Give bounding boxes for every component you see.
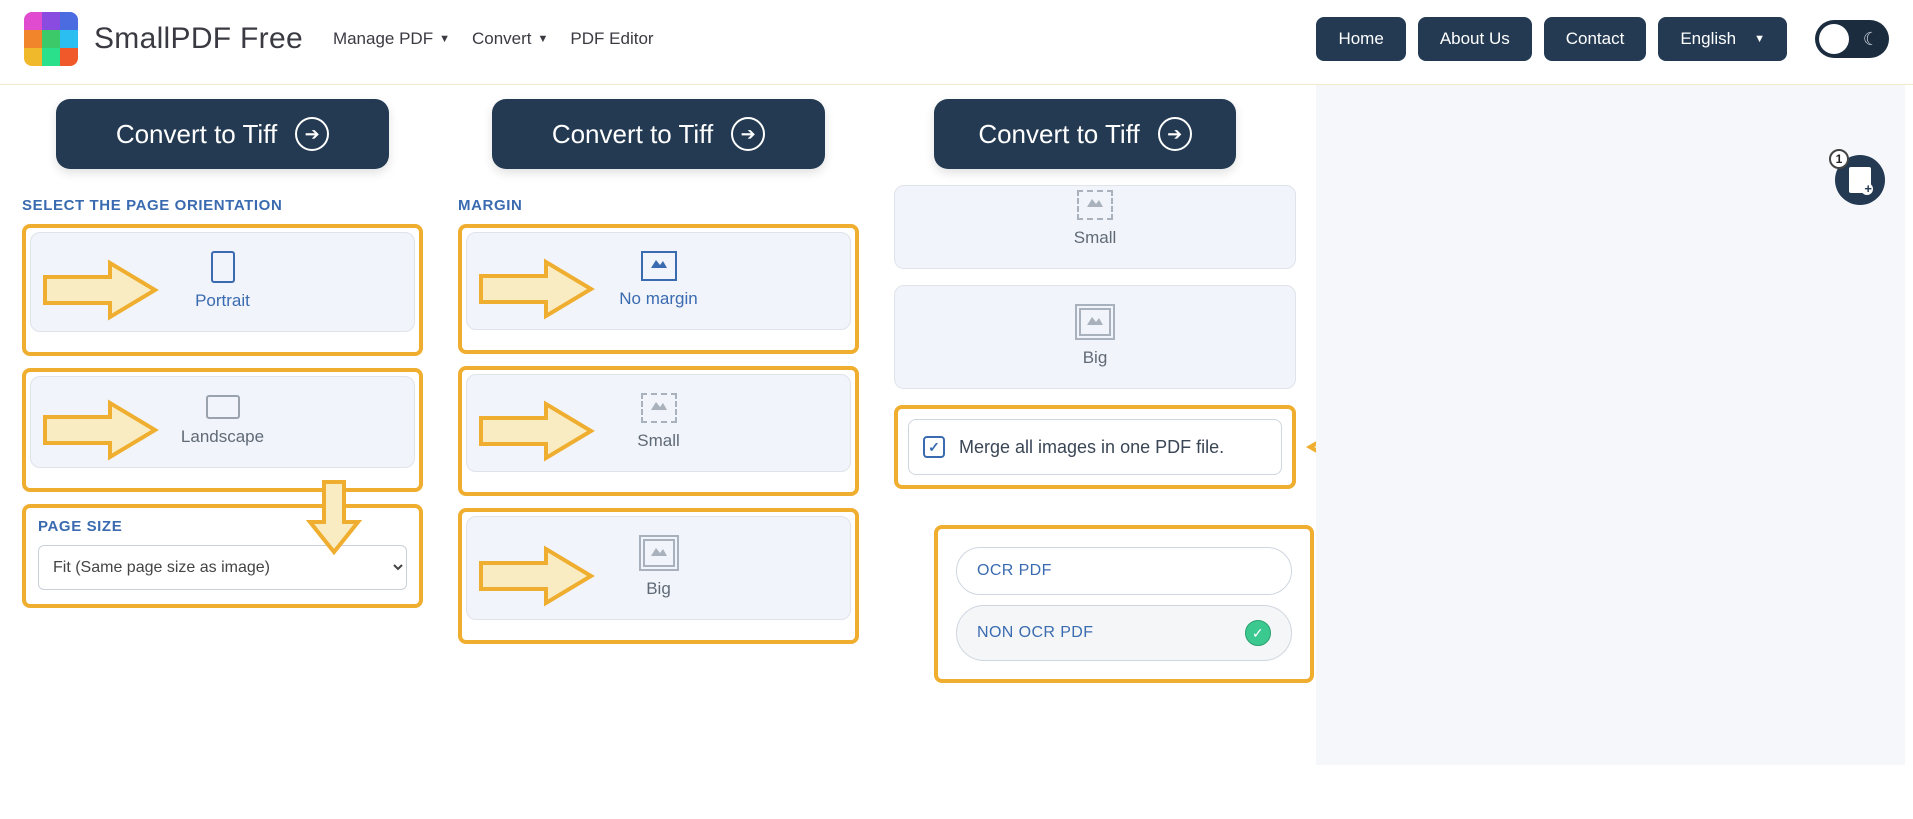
arrow-right-icon: ➔ — [295, 117, 329, 151]
ocr-label: OCR PDF — [977, 562, 1052, 580]
column-margin: Convert to Tiff ➔ MARGIN No margin — [444, 85, 864, 765]
arrow-right-icon: ➔ — [1158, 117, 1192, 151]
margin-heading: MARGIN — [458, 197, 859, 214]
ocr-label: NON OCR PDF — [977, 624, 1093, 642]
convert-button[interactable]: Convert to Tiff ➔ — [56, 99, 389, 169]
check-circle-icon: ✓ — [1245, 620, 1271, 646]
chevron-down-icon: ▼ — [538, 33, 549, 45]
menu-label: Convert — [472, 29, 532, 49]
language-select[interactable]: English ▼ — [1658, 17, 1787, 61]
card-label: Landscape — [31, 427, 414, 447]
nav-contact[interactable]: Contact — [1544, 17, 1647, 61]
ocr-option-non-ocr[interactable]: NON OCR PDF ✓ — [956, 605, 1292, 661]
margin-none[interactable]: No margin — [466, 232, 851, 330]
menu-label: PDF Editor — [570, 29, 653, 49]
chevron-down-icon: ▼ — [439, 33, 450, 45]
highlight-big-margin: Big — [458, 508, 859, 644]
image-big-margin-icon — [639, 535, 679, 571]
convert-button[interactable]: Convert to Tiff ➔ — [934, 99, 1236, 169]
moon-icon: ☾ — [1863, 29, 1879, 50]
fab-badge: 1 — [1829, 149, 1849, 169]
ocr-option-ocr[interactable]: OCR PDF — [956, 547, 1292, 595]
theme-toggle[interactable]: ☾ — [1815, 20, 1889, 58]
menu-manage-pdf[interactable]: Manage PDF ▼ — [333, 29, 450, 49]
convert-label: Convert to Tiff — [978, 119, 1139, 150]
column-orientation: Convert to Tiff ➔ SELECT THE PAGE ORIENT… — [8, 85, 428, 765]
merge-label: Merge all images in one PDF file. — [959, 437, 1224, 458]
margin-small[interactable]: Small — [894, 185, 1296, 269]
orientation-heading: SELECT THE PAGE ORIENTATION — [22, 197, 423, 214]
menu-convert[interactable]: Convert ▼ — [472, 29, 548, 49]
document-add-icon — [1849, 167, 1871, 193]
app-logo — [24, 12, 78, 66]
main-stage: Convert to Tiff ➔ SELECT THE PAGE ORIENT… — [0, 85, 1913, 795]
highlight-merge: ✓ Merge all images in one PDF file. — [894, 405, 1296, 489]
card-label: Portrait — [31, 291, 414, 311]
margin-big[interactable]: Big — [894, 285, 1296, 389]
checkbox-checked-icon: ✓ — [923, 436, 945, 458]
margin-big[interactable]: Big — [466, 516, 851, 620]
theme-toggle-knob — [1819, 24, 1849, 54]
orientation-portrait[interactable]: Portrait — [30, 232, 415, 332]
language-label: English — [1680, 29, 1736, 49]
column-output: Convert to Tiff ➔ Small Big ✓ Merge all … — [880, 85, 1300, 765]
pointer-arrow-down-icon — [306, 478, 362, 556]
highlight-small-margin: Small — [458, 366, 859, 496]
image-icon — [641, 251, 677, 281]
nav-home[interactable]: Home — [1316, 17, 1405, 61]
primary-menu: Manage PDF ▼ Convert ▼ PDF Editor — [333, 29, 654, 49]
menu-label: Manage PDF — [333, 29, 433, 49]
image-big-margin-icon — [1075, 304, 1115, 340]
card-label: Small — [467, 431, 850, 451]
convert-label: Convert to Tiff — [552, 119, 713, 150]
add-document-fab[interactable]: 1 — [1835, 155, 1885, 205]
card-label: Small — [895, 228, 1295, 248]
top-bar: SmallPDF Free Manage PDF ▼ Convert ▼ PDF… — [0, 0, 1913, 85]
convert-button[interactable]: Convert to Tiff ➔ — [492, 99, 825, 169]
landscape-icon — [206, 395, 240, 419]
image-small-margin-icon — [641, 393, 677, 423]
merge-checkbox-row[interactable]: ✓ Merge all images in one PDF file. — [908, 419, 1282, 475]
nav-about[interactable]: About Us — [1418, 17, 1532, 61]
right-gutter: 1 — [1316, 85, 1905, 765]
menu-pdf-editor[interactable]: PDF Editor — [570, 29, 653, 49]
highlight-portrait: Portrait — [22, 224, 423, 356]
chevron-down-icon: ▼ — [1754, 33, 1765, 45]
convert-label: Convert to Tiff — [116, 119, 277, 150]
image-small-margin-icon — [1077, 190, 1113, 220]
card-label: Big — [467, 579, 850, 599]
highlight-ocr: OCR PDF NON OCR PDF ✓ — [934, 525, 1314, 683]
margin-small[interactable]: Small — [466, 374, 851, 472]
arrow-right-icon: ➔ — [731, 117, 765, 151]
card-label: No margin — [467, 289, 850, 309]
brand-name: SmallPDF Free — [94, 22, 303, 56]
orientation-landscape[interactable]: Landscape — [30, 376, 415, 468]
portrait-icon — [211, 251, 235, 283]
highlight-no-margin: No margin — [458, 224, 859, 354]
highlight-page-size: PAGE SIZE Fit (Same page size as image) — [22, 504, 423, 608]
card-label: Big — [895, 348, 1295, 368]
highlight-landscape: Landscape — [22, 368, 423, 492]
